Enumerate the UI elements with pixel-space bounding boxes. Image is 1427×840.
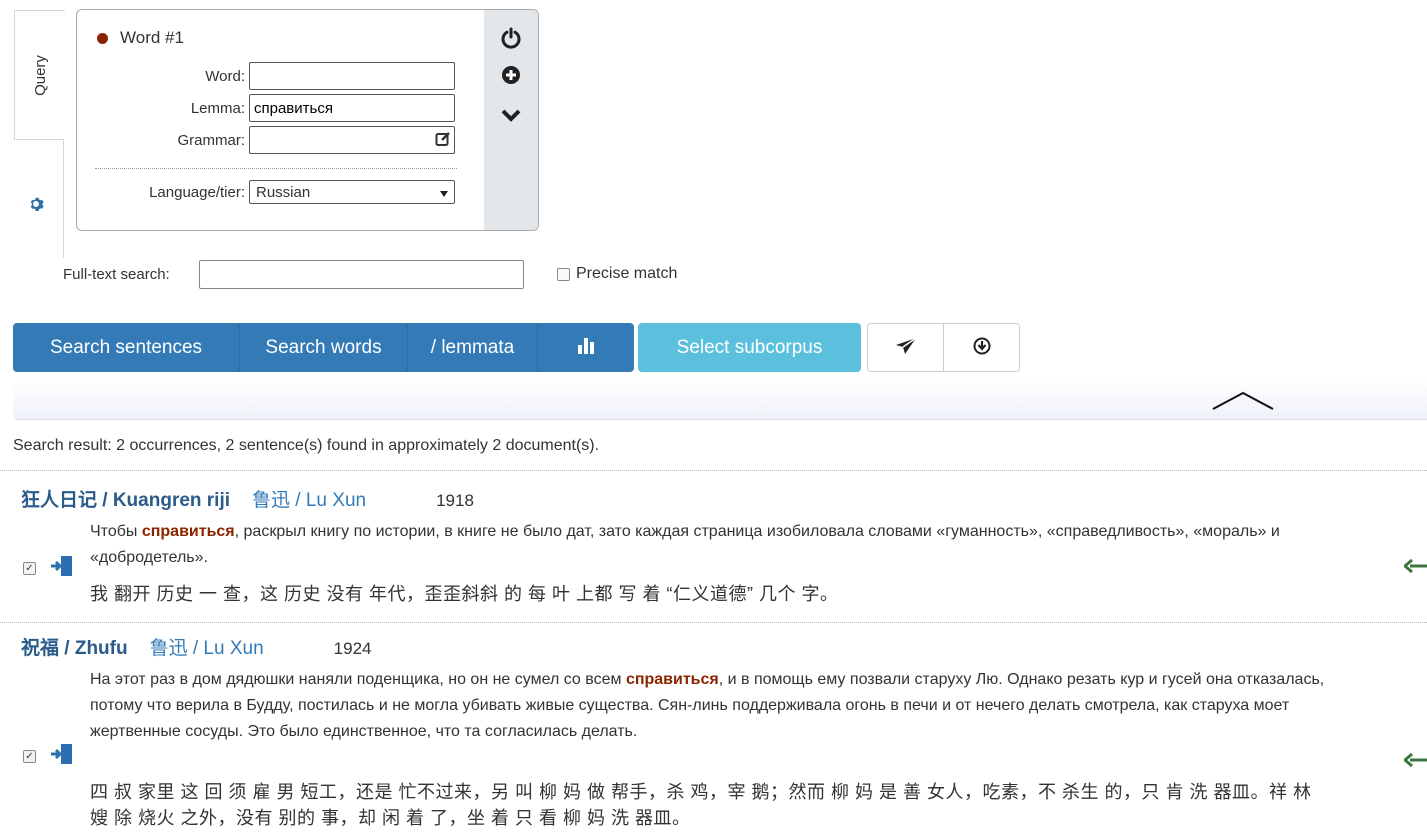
arrow-left-icon[interactable]: [1402, 558, 1427, 574]
document-title[interactable]: 狂人日记 / Kuangren riji: [21, 485, 230, 512]
word-row: Word:: [77, 62, 455, 90]
sentence-russian[interactable]: Чтобы справиться, раскрыл книгу по истор…: [90, 519, 1340, 571]
lemma-row: Lemma:: [77, 94, 455, 122]
sentence-text: На этот раз в дом дядюшки наняли поденщи…: [90, 671, 626, 688]
sentence-text: Чтобы: [90, 523, 142, 540]
sentence-controls: ✓: [23, 743, 74, 770]
search-hit[interactable]: справиться: [142, 523, 235, 540]
tab-border: [63, 140, 64, 258]
lemma-input[interactable]: [249, 94, 455, 122]
grammar-field-wrap: [249, 126, 455, 154]
sentence-text: , раскрыл книгу по истории, в книге не б…: [90, 523, 1280, 566]
context-icon[interactable]: [50, 743, 74, 770]
language-row: Language/tier: Russian: [77, 180, 455, 204]
search-lemmata-button[interactable]: / lemmata: [408, 323, 538, 372]
tab-divider: [14, 139, 64, 140]
grammar-row: Grammar:: [77, 126, 455, 154]
add-circle-icon[interactable]: [499, 63, 523, 87]
document-year: 1918: [436, 491, 474, 510]
search-sentences-button[interactable]: Search sentences: [13, 323, 240, 372]
search-button-bar: Search sentences Search words / lemmata …: [13, 323, 1020, 372]
word-label: Word:: [205, 67, 245, 85]
search-button-group: Search sentences Search words / lemmata: [13, 323, 634, 372]
document-header: 祝福 / Zhufu 鲁迅 / Lu Xun 1924: [21, 633, 371, 660]
word-title: Word #1: [97, 28, 184, 48]
document-title[interactable]: 祝福 / Zhufu: [21, 633, 128, 660]
bar-chart-icon: [576, 336, 596, 360]
search-words-button[interactable]: Search words: [240, 323, 408, 372]
tab-query-label: Query: [31, 54, 49, 96]
lemma-label: Lemma:: [190, 99, 245, 117]
word-input[interactable]: [249, 62, 455, 90]
sentence-chinese[interactable]: 我 翻开 历史 一 查，这 历史 没有 年代，歪歪斜斜 的 每 叶 上都 写 着…: [90, 581, 839, 607]
caret-down-icon: [440, 184, 448, 201]
result-document: 祝福 / Zhufu 鲁迅 / Lu Xun 1924 На этот раз …: [0, 622, 1427, 840]
word-status-dot: [97, 32, 108, 44]
sentence-russian[interactable]: На этот раз в дом дядюшки наняли поденщи…: [90, 667, 1340, 745]
document-author[interactable]: 鲁迅 / Lu Xun: [252, 485, 366, 512]
fulltext-input[interactable]: [199, 260, 524, 289]
collapse-bar[interactable]: [13, 381, 1427, 420]
word-separator: [95, 168, 457, 169]
share-button[interactable]: [868, 324, 944, 371]
grammar-input[interactable]: [249, 126, 455, 154]
download-button[interactable]: [944, 324, 1019, 371]
word-actions: [484, 10, 538, 230]
precise-match[interactable]: Precise match: [557, 265, 677, 283]
sentence-controls: ✓: [23, 555, 74, 582]
arrow-left-icon[interactable]: [1402, 752, 1427, 768]
result-summary: Search result: 2 occurrences, 2 sentence…: [13, 437, 600, 454]
result-document: 狂人日记 / Kuangren riji 鲁迅 / Lu Xun 1918 Чт…: [0, 470, 1427, 621]
word-title-label: Word #1: [120, 28, 184, 47]
word-query-box: Word #1 Word: Lemma: Grammar: Language/t…: [76, 9, 539, 231]
precise-match-checkbox[interactable]: [557, 267, 570, 281]
context-icon[interactable]: [50, 555, 74, 582]
left-tabs: Query: [0, 0, 65, 258]
extra-button-group: [867, 323, 1020, 372]
language-label: Language/tier:: [149, 183, 245, 201]
language-select[interactable]: Russian: [249, 180, 455, 204]
statistics-button[interactable]: [538, 323, 634, 372]
sentence-checkbox[interactable]: ✓: [23, 750, 36, 763]
fulltext-label: Full-text search:: [63, 266, 170, 283]
document-header: 狂人日记 / Kuangren riji 鲁迅 / Lu Xun 1918: [21, 485, 474, 512]
paper-plane-icon: [895, 336, 917, 361]
download-icon: [973, 337, 991, 361]
chevron-up-icon[interactable]: [1211, 389, 1275, 416]
tab-query[interactable]: Query: [14, 10, 65, 139]
language-value: Russian: [256, 183, 311, 201]
chevron-down-icon[interactable]: [499, 104, 523, 128]
edit-icon[interactable]: [435, 131, 451, 147]
document-year: 1924: [333, 639, 372, 658]
search-hit[interactable]: справиться: [626, 671, 719, 688]
grammar-label: Grammar:: [177, 131, 246, 149]
sentence-checkbox[interactable]: ✓: [23, 562, 36, 575]
power-icon[interactable]: [499, 26, 523, 50]
document-author[interactable]: 鲁迅 / Lu Xun: [150, 633, 264, 660]
sentence-chinese[interactable]: 四 叔 家里 这 回 须 雇 男 短工，还是 忙不过来，另 叫 柳 妈 做 帮手…: [90, 779, 1330, 831]
gear-icon[interactable]: [26, 196, 46, 216]
select-subcorpus-button[interactable]: Select subcorpus: [638, 323, 861, 372]
precise-match-label: Precise match: [576, 265, 678, 282]
